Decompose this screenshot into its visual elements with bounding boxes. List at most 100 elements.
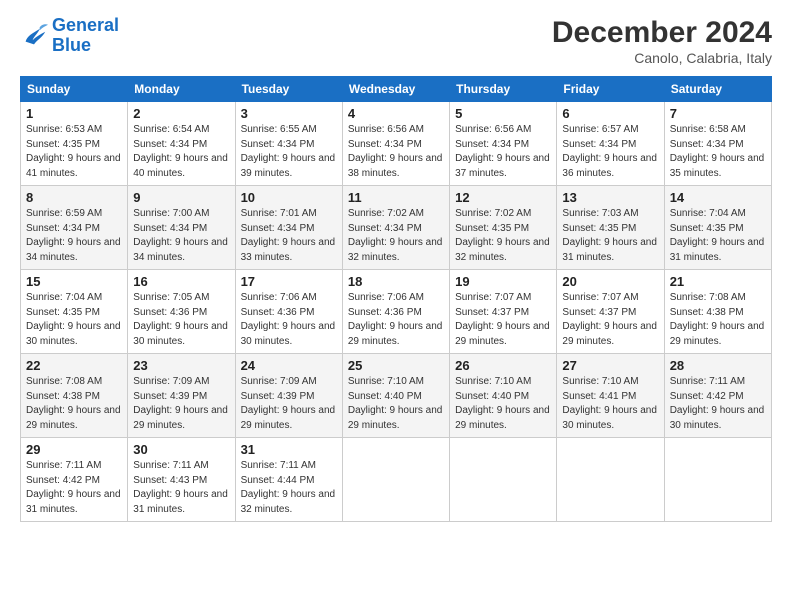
table-row: 14 Sunrise: 7:04 AM Sunset: 4:35 PM Dayl… — [664, 186, 771, 270]
day-number: 14 — [670, 190, 766, 205]
day-info: Sunrise: 6:54 AM Sunset: 4:34 PM Dayligh… — [133, 123, 229, 181]
day-number: 13 — [562, 190, 658, 205]
day-info: Sunrise: 6:56 AM Sunset: 4:34 PM Dayligh… — [455, 123, 551, 181]
day-number: 18 — [348, 274, 444, 289]
col-friday: Friday — [557, 77, 664, 102]
table-row — [557, 438, 664, 522]
col-wednesday: Wednesday — [342, 77, 449, 102]
day-info: Sunrise: 7:11 AM Sunset: 4:44 PM Dayligh… — [241, 459, 337, 517]
day-info: Sunrise: 7:11 AM Sunset: 4:42 PM Dayligh… — [26, 459, 122, 517]
day-number: 10 — [241, 190, 337, 205]
table-row: 25 Sunrise: 7:10 AM Sunset: 4:40 PM Dayl… — [342, 354, 449, 438]
table-row: 29 Sunrise: 7:11 AM Sunset: 4:42 PM Dayl… — [21, 438, 128, 522]
day-info: Sunrise: 7:06 AM Sunset: 4:36 PM Dayligh… — [348, 291, 444, 349]
day-info: Sunrise: 7:08 AM Sunset: 4:38 PM Dayligh… — [670, 291, 766, 349]
month-title: December 2024 — [552, 16, 772, 50]
week-row-3: 15 Sunrise: 7:04 AM Sunset: 4:35 PM Dayl… — [21, 270, 772, 354]
day-number: 7 — [670, 106, 766, 121]
table-row: 31 Sunrise: 7:11 AM Sunset: 4:44 PM Dayl… — [235, 438, 342, 522]
title-block: December 2024 Canolo, Calabria, Italy — [552, 16, 772, 66]
day-info: Sunrise: 7:03 AM Sunset: 4:35 PM Dayligh… — [562, 207, 658, 265]
day-number: 3 — [241, 106, 337, 121]
day-number: 25 — [348, 358, 444, 373]
day-info: Sunrise: 7:10 AM Sunset: 4:40 PM Dayligh… — [348, 375, 444, 433]
day-info: Sunrise: 6:55 AM Sunset: 4:34 PM Dayligh… — [241, 123, 337, 181]
col-tuesday: Tuesday — [235, 77, 342, 102]
table-row: 24 Sunrise: 7:09 AM Sunset: 4:39 PM Dayl… — [235, 354, 342, 438]
table-row: 30 Sunrise: 7:11 AM Sunset: 4:43 PM Dayl… — [128, 438, 235, 522]
day-number: 4 — [348, 106, 444, 121]
table-row: 28 Sunrise: 7:11 AM Sunset: 4:42 PM Dayl… — [664, 354, 771, 438]
col-monday: Monday — [128, 77, 235, 102]
day-number: 5 — [455, 106, 551, 121]
page-container: General Blue December 2024 Canolo, Calab… — [0, 0, 792, 532]
col-thursday: Thursday — [450, 77, 557, 102]
table-row: 4 Sunrise: 6:56 AM Sunset: 4:34 PM Dayli… — [342, 102, 449, 186]
table-row: 2 Sunrise: 6:54 AM Sunset: 4:34 PM Dayli… — [128, 102, 235, 186]
day-info: Sunrise: 7:07 AM Sunset: 4:37 PM Dayligh… — [455, 291, 551, 349]
table-row: 16 Sunrise: 7:05 AM Sunset: 4:36 PM Dayl… — [128, 270, 235, 354]
page-header: General Blue December 2024 Canolo, Calab… — [20, 16, 772, 66]
day-number: 22 — [26, 358, 122, 373]
table-row: 21 Sunrise: 7:08 AM Sunset: 4:38 PM Dayl… — [664, 270, 771, 354]
day-info: Sunrise: 7:02 AM Sunset: 4:35 PM Dayligh… — [455, 207, 551, 265]
logo-text: General Blue — [52, 16, 119, 56]
day-number: 21 — [670, 274, 766, 289]
day-info: Sunrise: 7:04 AM Sunset: 4:35 PM Dayligh… — [26, 291, 122, 349]
week-row-5: 29 Sunrise: 7:11 AM Sunset: 4:42 PM Dayl… — [21, 438, 772, 522]
day-number: 31 — [241, 442, 337, 457]
week-row-4: 22 Sunrise: 7:08 AM Sunset: 4:38 PM Dayl… — [21, 354, 772, 438]
day-info: Sunrise: 7:07 AM Sunset: 4:37 PM Dayligh… — [562, 291, 658, 349]
day-info: Sunrise: 7:08 AM Sunset: 4:38 PM Dayligh… — [26, 375, 122, 433]
day-info: Sunrise: 6:59 AM Sunset: 4:34 PM Dayligh… — [26, 207, 122, 265]
table-row: 13 Sunrise: 7:03 AM Sunset: 4:35 PM Dayl… — [557, 186, 664, 270]
table-row: 22 Sunrise: 7:08 AM Sunset: 4:38 PM Dayl… — [21, 354, 128, 438]
day-number: 11 — [348, 190, 444, 205]
day-info: Sunrise: 7:00 AM Sunset: 4:34 PM Dayligh… — [133, 207, 229, 265]
day-number: 16 — [133, 274, 229, 289]
day-number: 8 — [26, 190, 122, 205]
logo-icon — [20, 22, 48, 50]
day-number: 6 — [562, 106, 658, 121]
day-info: Sunrise: 7:10 AM Sunset: 4:40 PM Dayligh… — [455, 375, 551, 433]
day-number: 26 — [455, 358, 551, 373]
day-info: Sunrise: 7:01 AM Sunset: 4:34 PM Dayligh… — [241, 207, 337, 265]
day-info: Sunrise: 6:58 AM Sunset: 4:34 PM Dayligh… — [670, 123, 766, 181]
table-row — [664, 438, 771, 522]
day-number: 23 — [133, 358, 229, 373]
table-row: 26 Sunrise: 7:10 AM Sunset: 4:40 PM Dayl… — [450, 354, 557, 438]
day-number: 1 — [26, 106, 122, 121]
logo: General Blue — [20, 16, 119, 56]
table-row: 19 Sunrise: 7:07 AM Sunset: 4:37 PM Dayl… — [450, 270, 557, 354]
day-number: 29 — [26, 442, 122, 457]
day-info: Sunrise: 6:56 AM Sunset: 4:34 PM Dayligh… — [348, 123, 444, 181]
table-row: 1 Sunrise: 6:53 AM Sunset: 4:35 PM Dayli… — [21, 102, 128, 186]
day-number: 27 — [562, 358, 658, 373]
day-info: Sunrise: 7:06 AM Sunset: 4:36 PM Dayligh… — [241, 291, 337, 349]
col-saturday: Saturday — [664, 77, 771, 102]
day-info: Sunrise: 7:09 AM Sunset: 4:39 PM Dayligh… — [133, 375, 229, 433]
table-row: 9 Sunrise: 7:00 AM Sunset: 4:34 PM Dayli… — [128, 186, 235, 270]
table-row: 15 Sunrise: 7:04 AM Sunset: 4:35 PM Dayl… — [21, 270, 128, 354]
day-info: Sunrise: 6:57 AM Sunset: 4:34 PM Dayligh… — [562, 123, 658, 181]
day-info: Sunrise: 7:09 AM Sunset: 4:39 PM Dayligh… — [241, 375, 337, 433]
table-row: 7 Sunrise: 6:58 AM Sunset: 4:34 PM Dayli… — [664, 102, 771, 186]
calendar-header-row: Sunday Monday Tuesday Wednesday Thursday… — [21, 77, 772, 102]
day-info: Sunrise: 6:53 AM Sunset: 4:35 PM Dayligh… — [26, 123, 122, 181]
col-sunday: Sunday — [21, 77, 128, 102]
table-row: 20 Sunrise: 7:07 AM Sunset: 4:37 PM Dayl… — [557, 270, 664, 354]
day-number: 12 — [455, 190, 551, 205]
day-info: Sunrise: 7:11 AM Sunset: 4:42 PM Dayligh… — [670, 375, 766, 433]
day-number: 24 — [241, 358, 337, 373]
table-row — [342, 438, 449, 522]
day-info: Sunrise: 7:10 AM Sunset: 4:41 PM Dayligh… — [562, 375, 658, 433]
table-row: 10 Sunrise: 7:01 AM Sunset: 4:34 PM Dayl… — [235, 186, 342, 270]
table-row: 27 Sunrise: 7:10 AM Sunset: 4:41 PM Dayl… — [557, 354, 664, 438]
day-info: Sunrise: 7:04 AM Sunset: 4:35 PM Dayligh… — [670, 207, 766, 265]
day-number: 17 — [241, 274, 337, 289]
day-number: 2 — [133, 106, 229, 121]
table-row: 8 Sunrise: 6:59 AM Sunset: 4:34 PM Dayli… — [21, 186, 128, 270]
calendar-table: Sunday Monday Tuesday Wednesday Thursday… — [20, 76, 772, 522]
day-number: 28 — [670, 358, 766, 373]
day-number: 9 — [133, 190, 229, 205]
